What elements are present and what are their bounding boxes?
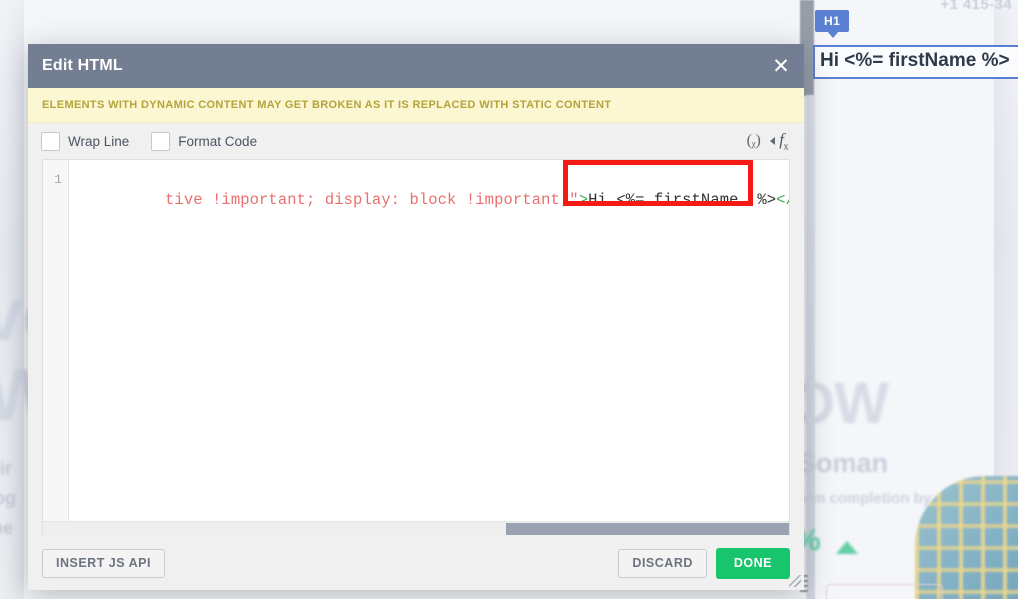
edit-html-dialog: Edit HTML ✕ ELEMENTS WITH DYNAMIC CONTEN… <box>28 44 804 590</box>
background-fragment-right-big: OW <box>790 371 889 436</box>
insert-js-api-button[interactable]: INSERT JS API <box>42 548 165 578</box>
function-icon-subscript: x <box>783 141 789 153</box>
code-token-closing-tag: </h1> <box>776 191 789 209</box>
chevron-left-icon <box>770 136 776 145</box>
insert-function-icon[interactable]: fx <box>770 130 788 152</box>
background-fragment-left-small-2: tog <box>0 488 16 508</box>
wrap-line-checkbox-box[interactable] <box>41 131 60 151</box>
line-number: 1 <box>54 172 62 187</box>
background-outline-box <box>826 584 943 599</box>
resize-grip-icon[interactable] <box>789 575 801 587</box>
editor-gutter: 1 <box>43 160 69 521</box>
dynamic-content-warning: ELEMENTS WITH DYNAMIC CONTENT MAY GET BR… <box>28 88 804 123</box>
wrap-line-checkbox[interactable]: Wrap Line <box>41 131 130 151</box>
code-token-merge-field: <%= firstName %> <box>616 191 777 209</box>
background-phone-text: +1 415-34 <box>940 0 1012 13</box>
editor-scrollbar-thumb[interactable] <box>505 523 789 535</box>
close-icon[interactable]: ✕ <box>758 44 804 88</box>
code-editor[interactable]: 1 tive !important; display: block !impor… <box>42 159 790 536</box>
background-fragment-left-small-3: ne <box>0 518 14 538</box>
selection-badge-h1[interactable]: H1 <box>815 10 850 38</box>
code-token-tag-close: > <box>578 191 589 209</box>
done-button[interactable]: DONE <box>715 547 790 579</box>
dialog-titlebar: Edit HTML ✕ <box>28 44 804 88</box>
format-code-checkbox[interactable]: Format Code <box>151 131 258 151</box>
insert-variable-icon[interactable]: (ᵪ) <box>747 132 761 150</box>
background-fragment-name: Soman <box>798 448 889 478</box>
code-editor-body[interactable]: 1 tive !important; display: block !impor… <box>43 160 789 521</box>
wrap-line-label: Wrap Line <box>68 133 130 149</box>
trend-up-triangle-icon <box>836 541 858 554</box>
discard-button[interactable]: DISCARD <box>618 548 707 578</box>
background-fragment-left-small-1: eir <box>0 458 13 478</box>
code-line-1[interactable]: tive !important; display: block !importa… <box>71 170 789 230</box>
dialog-footer: INSERT JS API DISCARD DONE <box>28 536 804 590</box>
dialog-title: Edit HTML <box>42 57 123 74</box>
code-area[interactable]: tive !important; display: block !importa… <box>69 160 789 521</box>
editor-horizontal-scrollbar[interactable] <box>43 521 789 536</box>
code-token-text: Hi <box>588 191 617 209</box>
format-code-label: Format Code <box>178 133 258 149</box>
editor-options-bar: Wrap Line Format Code (ᵪ) fx <box>28 123 804 159</box>
format-code-checkbox-box[interactable] <box>151 131 171 151</box>
selected-heading-element[interactable]: Hi <%= firstName %> <box>813 45 1018 79</box>
background-fragment-caption: form completion by <box>792 490 932 507</box>
code-token-attributes: tive !important; display: block !importa… <box>165 191 579 209</box>
